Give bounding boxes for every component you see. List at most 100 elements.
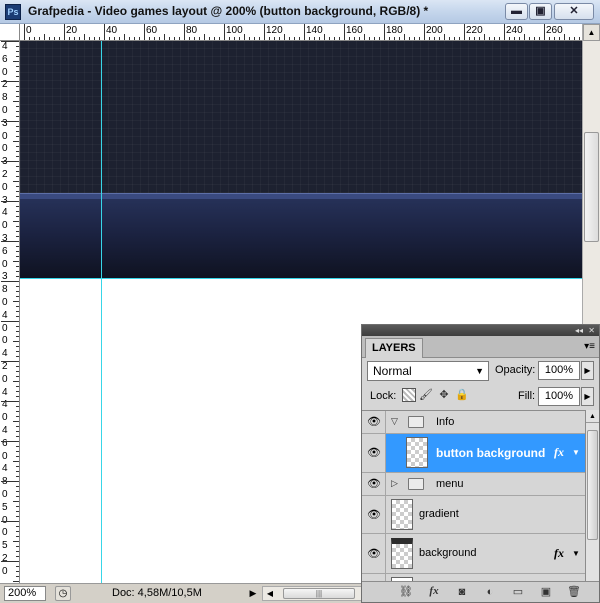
- layer-list-scroll-thumb[interactable]: [587, 430, 598, 540]
- ruler-tick: [16, 326, 19, 327]
- ruler-tick: [16, 136, 19, 137]
- link-icon[interactable]: ⛓: [398, 585, 414, 599]
- ruler-minor-tick: [579, 37, 580, 40]
- ruler-label: 0: [2, 143, 8, 155]
- ruler-minor-tick: [34, 37, 35, 40]
- fx-icon[interactable]: fx: [426, 585, 442, 599]
- fill-slider-arrow-icon[interactable]: ▶: [581, 387, 594, 406]
- group-expanded-icon[interactable]: ▽: [391, 416, 398, 427]
- layer-thumbnail: [406, 437, 428, 468]
- panel-tab-bar: LAYERS ▾≡: [362, 336, 599, 358]
- maximize-button[interactable]: ▣: [529, 3, 552, 20]
- status-menu-arrow-icon[interactable]: ▶: [247, 586, 259, 601]
- ruler-major-tick: [304, 24, 305, 40]
- eye-icon[interactable]: 👁: [366, 477, 382, 491]
- scroll-left-icon[interactable]: ◀: [263, 587, 277, 600]
- ruler-tick: [16, 126, 19, 127]
- mask-icon[interactable]: ◙: [454, 585, 470, 599]
- layer-row-background[interactable]: 👁 background fx ▼: [362, 534, 585, 574]
- close-panel-icon[interactable]: ✕: [588, 325, 595, 336]
- ruler-tick: [1, 441, 19, 442]
- adjustment-icon[interactable]: ◐: [482, 585, 498, 599]
- ruler-label: 0: [2, 105, 8, 116]
- ruler-minor-tick: [134, 37, 135, 40]
- vertical-ruler[interactable]: 4602803003203403603804004204404604805005…: [0, 41, 20, 583]
- ruler-major-tick: [384, 24, 385, 40]
- ruler-minor-tick: [129, 37, 130, 40]
- ruler-tick: [16, 506, 19, 507]
- layer-row-gradient[interactable]: 👁 gradient: [362, 496, 585, 534]
- ruler-label: 4: [2, 41, 8, 52]
- lock-all-padlock-icon[interactable]: 🔒: [455, 388, 469, 402]
- ruler-minor-tick: [559, 37, 560, 40]
- scroll-up-icon[interactable]: ▲: [583, 24, 600, 41]
- vertical-guide[interactable]: [101, 41, 102, 583]
- lock-position-move-icon[interactable]: ✥: [437, 388, 451, 402]
- fx-icon[interactable]: fx: [554, 445, 564, 460]
- minimize-button[interactable]: ▬: [505, 3, 528, 20]
- status-options-icon[interactable]: ◷: [55, 586, 71, 601]
- blend-mode-select[interactable]: Normal ▼: [367, 361, 489, 381]
- ruler-origin[interactable]: [0, 24, 20, 41]
- horizontal-guide[interactable]: [20, 278, 582, 279]
- fill-input[interactable]: 100%: [538, 387, 580, 406]
- close-button[interactable]: ✕: [554, 3, 594, 20]
- opacity-slider-arrow-icon[interactable]: ▶: [581, 361, 594, 380]
- tab-layers[interactable]: LAYERS: [365, 338, 423, 358]
- lock-transparency-icon[interactable]: [402, 388, 416, 402]
- ruler-label: 100: [226, 25, 243, 36]
- ruler-tick: [16, 486, 19, 487]
- ruler-tick: [16, 356, 19, 357]
- ruler-tick: [16, 106, 19, 107]
- collapse-panel-icon[interactable]: ◂◂: [575, 325, 583, 336]
- new-group-icon[interactable]: ▭: [510, 585, 526, 599]
- trash-icon[interactable]: 🗑: [566, 585, 582, 599]
- lock-image-brush-icon[interactable]: 🖌: [419, 388, 433, 402]
- opacity-input[interactable]: 100%: [538, 361, 580, 380]
- group-collapsed-icon[interactable]: ▷: [391, 478, 398, 489]
- chevron-down-icon: ▼: [475, 366, 484, 376]
- ruler-tick: [16, 411, 19, 412]
- layer-row-button-background[interactable]: 👁 button background fx ▼: [362, 434, 585, 473]
- ruler-major-tick: [104, 24, 105, 40]
- ruler-tick: [16, 516, 19, 517]
- effects-expand-icon[interactable]: ▼: [572, 549, 580, 558]
- ruler-label: 4: [2, 207, 8, 219]
- ruler-label: 0: [2, 130, 8, 142]
- ruler-tick: [16, 166, 19, 167]
- ruler-label: 40: [106, 25, 118, 36]
- layer-name: background: [419, 547, 477, 559]
- title-bar[interactable]: Ps Grafpedia - Video games layout @ 200%…: [0, 0, 600, 24]
- ruler-tick: [16, 76, 19, 77]
- horizontal-scroll-thumb[interactable]: |||: [283, 588, 355, 599]
- zoom-field[interactable]: 200%: [4, 586, 46, 601]
- horizontal-ruler[interactable]: 0 20 40 60 80 100 120 140 160 180 200 220 240 260: [20, 24, 582, 41]
- fx-icon[interactable]: fx: [554, 546, 564, 561]
- ruler-tick: [16, 211, 19, 212]
- horizontal-scrollbar[interactable]: ◀ |||: [262, 586, 362, 601]
- panel-header-strip[interactable]: ◂◂ ✕: [362, 325, 599, 336]
- eye-icon[interactable]: 👁: [366, 547, 382, 561]
- layer-row-menu[interactable]: 👁 ▷ menu: [362, 473, 585, 496]
- layer-row-partial[interactable]: [362, 574, 585, 581]
- panel-menu-icon[interactable]: ▾≡: [584, 341, 595, 352]
- ruler-tick: [13, 381, 19, 382]
- ruler-minor-tick: [94, 37, 95, 40]
- eye-icon[interactable]: 👁: [366, 508, 382, 522]
- vertical-scroll-thumb[interactable]: [584, 132, 599, 242]
- ruler-minor-tick: [489, 37, 490, 40]
- eye-icon[interactable]: 👁: [366, 415, 382, 429]
- eye-icon[interactable]: 👁: [366, 446, 382, 460]
- new-layer-icon[interactable]: ▣: [538, 585, 554, 599]
- layer-name: Info: [436, 416, 455, 428]
- layer-list-scrollbar[interactable]: ▲: [585, 410, 599, 581]
- layer-row-info[interactable]: 👁 ▽ Info: [362, 411, 585, 434]
- ruler-minor-tick: [44, 34, 45, 40]
- effects-expand-icon[interactable]: ▼: [572, 448, 580, 457]
- ruler-tick: [16, 386, 19, 387]
- ruler-tick: [16, 531, 19, 532]
- ruler-label: 140: [306, 25, 323, 36]
- ruler-label: 5: [2, 540, 8, 552]
- scroll-up-icon[interactable]: ▲: [586, 410, 599, 423]
- ruler-tick: [16, 111, 19, 112]
